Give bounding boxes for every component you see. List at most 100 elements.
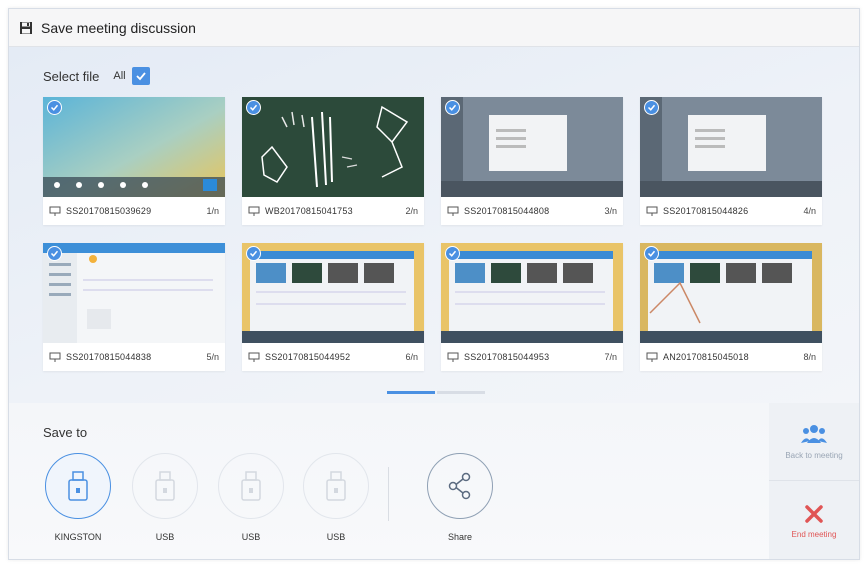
file-thumbnail	[242, 243, 424, 343]
select-all-checkbox[interactable]	[131, 67, 150, 85]
page-indicator-active	[387, 391, 435, 394]
file-thumbnail	[640, 243, 822, 343]
annotation-icon	[646, 352, 658, 362]
file-name: SS20170815044838	[66, 352, 152, 362]
file-caption: SS20170815039629 1/n	[43, 197, 225, 225]
file-card[interactable]: WB20170815041753 2/n	[242, 97, 424, 225]
file-name: SS20170815044826	[663, 206, 749, 216]
file-thumbnail	[242, 97, 424, 197]
file-name: WB20170815041753	[265, 206, 353, 216]
file-checked-badge[interactable]	[47, 246, 62, 261]
dialog-title: Save meeting discussion	[41, 19, 196, 36]
file-page: 6/n	[405, 352, 418, 362]
select-file-label: Select file	[43, 68, 100, 84]
device-label: USB	[241, 532, 261, 542]
checkmark-icon	[448, 250, 457, 257]
file-caption: SS20170815044826 4/n	[640, 197, 822, 225]
screenshot-icon	[248, 352, 260, 362]
file-page: 3/n	[604, 206, 617, 216]
people-icon	[801, 425, 827, 443]
file-name: SS20170815044952	[265, 352, 351, 362]
device-label: USB	[155, 532, 175, 542]
usb-drive-icon	[155, 471, 175, 501]
file-caption: WB20170815041753 2/n	[242, 197, 424, 225]
divider	[388, 467, 389, 521]
file-page: 7/n	[604, 352, 617, 362]
device-usb[interactable]: USB	[130, 453, 200, 553]
share-circle	[427, 453, 493, 519]
save-to-label: Save to	[43, 425, 88, 440]
meeting-actions: Back to meeting End meeting	[769, 403, 859, 559]
file-thumbnail	[441, 97, 623, 197]
device-usb[interactable]: USB	[216, 453, 286, 553]
file-card[interactable]: SS20170815044808 3/n	[441, 97, 623, 225]
file-page: 1/n	[206, 206, 219, 216]
file-name: SS20170815039629	[66, 206, 152, 216]
share-button[interactable]: Share	[425, 453, 495, 553]
page-indicator-inactive[interactable]	[437, 391, 485, 394]
file-card[interactable]: SS20170815044952 6/n	[242, 243, 424, 371]
screenshot-icon	[447, 206, 459, 216]
file-thumbnail	[43, 97, 225, 197]
file-page: 4/n	[803, 206, 816, 216]
file-caption: SS20170815044838 5/n	[43, 343, 225, 371]
file-card[interactable]: SS20170815044953 7/n	[441, 243, 623, 371]
file-selection-area: Select file All SS20170815039629 1/n WB2…	[9, 47, 859, 403]
usb-drive-icon	[241, 471, 261, 501]
file-caption: SS20170815044953 7/n	[441, 343, 623, 371]
screenshot-icon	[447, 352, 459, 362]
file-checked-badge[interactable]	[445, 246, 460, 261]
device-usb[interactable]: USB	[301, 453, 371, 553]
screenshot-icon	[646, 206, 658, 216]
file-checked-badge[interactable]	[644, 246, 659, 261]
file-page: 8/n	[803, 352, 816, 362]
usb-drive-icon	[68, 471, 88, 501]
device-kingston[interactable]: KINGSTON	[43, 453, 113, 553]
checkmark-icon	[647, 250, 656, 257]
checkmark-icon	[50, 104, 59, 111]
file-card[interactable]: SS20170815039629 1/n	[43, 97, 225, 225]
share-label: Share	[447, 532, 473, 542]
file-checked-badge[interactable]	[47, 100, 62, 115]
file-card[interactable]: SS20170815044838 5/n	[43, 243, 225, 371]
whiteboard-icon	[248, 206, 260, 216]
file-thumbnail	[43, 243, 225, 343]
checkmark-icon	[249, 104, 258, 111]
device-circle	[132, 453, 198, 519]
back-to-meeting-label: Back to meeting	[785, 451, 843, 460]
file-caption: SS20170815044952 6/n	[242, 343, 424, 371]
file-card[interactable]: SS20170815044826 4/n	[640, 97, 822, 225]
file-thumbnail	[441, 243, 623, 343]
end-meeting-button[interactable]: End meeting	[769, 482, 859, 559]
file-name: SS20170815044808	[464, 206, 550, 216]
file-page: 5/n	[206, 352, 219, 362]
title-bar: Save meeting discussion	[9, 9, 859, 47]
checkmark-icon	[135, 72, 146, 81]
device-circle	[45, 453, 111, 519]
file-caption: SS20170815044808 3/n	[441, 197, 623, 225]
file-card[interactable]: AN20170815045018 8/n	[640, 243, 822, 371]
file-caption: AN20170815045018 8/n	[640, 343, 822, 371]
select-all-label: All	[113, 70, 126, 82]
file-name: AN20170815045018	[663, 352, 749, 362]
file-checked-badge[interactable]	[445, 100, 460, 115]
screenshot-icon	[49, 352, 61, 362]
device-label: KINGSTON	[54, 532, 102, 542]
usb-drive-icon	[326, 471, 346, 501]
end-meeting-label: End meeting	[791, 529, 837, 539]
checkmark-icon	[50, 250, 59, 257]
device-circle	[218, 453, 284, 519]
checkmark-icon	[647, 104, 656, 111]
save-icon	[20, 21, 32, 34]
file-page: 2/n	[405, 206, 418, 216]
save-to-panel: Save to KINGSTON USB USB USB Share	[9, 403, 769, 559]
checkmark-icon	[448, 104, 457, 111]
save-meeting-dialog: Save meeting discussion Select file All	[8, 8, 860, 560]
screenshot-icon	[49, 206, 61, 216]
page-indicator[interactable]	[387, 391, 487, 394]
file-checked-badge[interactable]	[246, 100, 261, 115]
device-circle	[303, 453, 369, 519]
file-checked-badge[interactable]	[246, 246, 261, 261]
file-checked-badge[interactable]	[644, 100, 659, 115]
back-to-meeting-button[interactable]: Back to meeting	[769, 403, 859, 481]
